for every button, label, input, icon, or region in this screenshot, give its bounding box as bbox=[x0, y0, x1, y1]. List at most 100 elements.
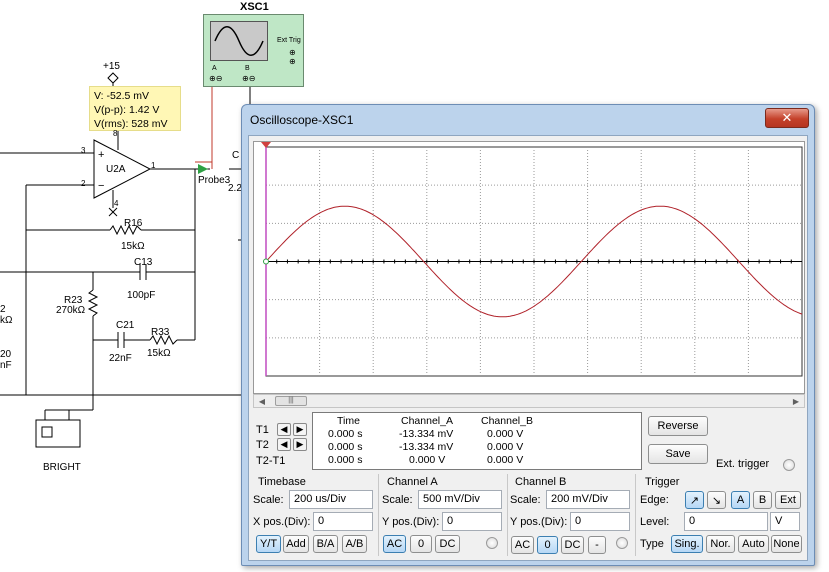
horizontal-scrollbar[interactable]: ◀ ||| ▶ bbox=[253, 394, 805, 408]
ext-trig-label: Ext Trig bbox=[277, 37, 301, 44]
timebase-scale-label: Scale: bbox=[253, 494, 284, 506]
scroll-thumb[interactable]: ||| bbox=[275, 396, 307, 406]
supply-label: +15 bbox=[103, 61, 120, 72]
channel-b-zero-button[interactable]: 0 bbox=[537, 536, 558, 554]
channel-b-scale-label: Scale: bbox=[510, 494, 541, 506]
channel-b-ac-button[interactable]: AC bbox=[511, 536, 534, 554]
left-partial-value: kΩ bbox=[0, 315, 13, 326]
rising-edge-icon[interactable]: ↗ bbox=[685, 491, 704, 509]
col-header-channel-b: Channel_B bbox=[481, 415, 533, 427]
t2-t1-time: 0.000 s bbox=[328, 454, 363, 466]
mode-ab-button[interactable]: A/B bbox=[342, 535, 367, 553]
trigger-source-ext-button[interactable]: Ext bbox=[775, 491, 801, 509]
t2-channel-a: -13.334 mV bbox=[399, 441, 454, 453]
trigger-level-unit[interactable]: V bbox=[770, 512, 800, 531]
save-button[interactable]: Save bbox=[648, 444, 708, 464]
left-partial-label: 2 bbox=[0, 304, 6, 315]
channel-a-zero-button[interactable]: 0 bbox=[410, 535, 432, 553]
trigger-type-label: Type bbox=[640, 538, 664, 550]
t2-t1-label: T2-T1 bbox=[256, 455, 286, 467]
trigger-type-none-button[interactable]: None bbox=[771, 535, 802, 553]
channel-b-ypos-field[interactable]: 0 bbox=[570, 512, 630, 531]
pin-1-label: 1 bbox=[151, 161, 156, 170]
t1-label: T1 bbox=[256, 424, 269, 436]
trigger-level-label: Level: bbox=[640, 516, 670, 528]
c13-value: 100pF bbox=[127, 290, 156, 301]
timebase-xpos-label: X pos.(Div): bbox=[253, 516, 311, 528]
trigger-type-normal-button[interactable]: Nor. bbox=[706, 535, 735, 553]
pin-2-label: 2 bbox=[81, 179, 86, 188]
t2-left-button[interactable]: ◀ bbox=[277, 438, 291, 451]
trigger-source-b-button[interactable]: B bbox=[753, 491, 772, 509]
channel-a-ypos-field[interactable]: 0 bbox=[442, 512, 502, 531]
left-partial-value-2: nF bbox=[0, 360, 12, 371]
channel-a-terminal-label: A bbox=[212, 65, 217, 72]
trigger-level-field[interactable]: 0 bbox=[684, 512, 768, 531]
pin-8-label: 8 bbox=[113, 129, 118, 138]
mode-add-button[interactable]: Add bbox=[283, 535, 309, 553]
channel-a-scale-field[interactable]: 500 mV/Div bbox=[418, 490, 502, 509]
mode-ba-button[interactable]: B/A bbox=[313, 535, 338, 553]
ext-trig-terminal-icon: ⊕ bbox=[289, 48, 296, 57]
cursor-readout: T1 ◀ ▶ T2 ◀ ▶ T2-T1 Time Channel_A Chann… bbox=[253, 412, 642, 472]
opamp-label[interactable]: U2A bbox=[106, 164, 125, 175]
r16-value: 15kΩ bbox=[121, 241, 145, 252]
t2-label: T2 bbox=[256, 439, 269, 451]
timebase-xpos-field[interactable]: 0 bbox=[313, 512, 373, 531]
mode-yt-button[interactable]: Y/T bbox=[256, 535, 281, 553]
pin-3-label: 3 bbox=[81, 146, 86, 155]
divider bbox=[378, 474, 379, 556]
t2-channel-b: 0.000 V bbox=[487, 441, 524, 453]
r16-label[interactable]: R16 bbox=[124, 218, 142, 229]
ext-trig-ground-icon: ⊕ bbox=[289, 57, 296, 66]
trigger-marker-icon bbox=[263, 258, 269, 265]
channel-a-dc-button[interactable]: DC bbox=[435, 535, 460, 553]
r33-label[interactable]: R33 bbox=[151, 327, 169, 338]
reverse-button[interactable]: Reverse bbox=[648, 416, 708, 436]
col-header-time: Time bbox=[337, 415, 360, 427]
t1-time: 0.000 s bbox=[328, 428, 363, 440]
t2-time: 0.000 s bbox=[328, 441, 363, 453]
bright-switch-label[interactable]: BRIGHT bbox=[43, 462, 81, 473]
trigger-type-single-button[interactable]: Sing. bbox=[671, 535, 703, 553]
col-header-channel-a: Channel_A bbox=[401, 415, 453, 427]
partial-component-label: C bbox=[232, 150, 240, 161]
readout-table: Time Channel_A Channel_B 0.000 s -13.334… bbox=[312, 412, 642, 470]
close-button[interactable]: ✕ bbox=[765, 108, 809, 128]
channel-b-terminal-label: B bbox=[245, 65, 250, 72]
pin-4-label: 4 bbox=[114, 199, 119, 208]
trigger-type-auto-button[interactable]: Auto bbox=[738, 535, 769, 553]
trigger-source-a-button[interactable]: A bbox=[731, 491, 750, 509]
timebase-scale-field[interactable]: 200 us/Div bbox=[289, 490, 373, 509]
t2-right-button[interactable]: ▶ bbox=[293, 438, 307, 451]
c13-label[interactable]: C13 bbox=[134, 257, 152, 268]
probe-label[interactable]: Probe3 bbox=[198, 175, 230, 186]
channel-a-terminal[interactable] bbox=[486, 537, 498, 549]
probe-voltage: V: -52.5 mV bbox=[94, 90, 150, 102]
oscilloscope-instrument-icon[interactable]: Ext Trig ⊕ ⊕ A B ⊕⊖ ⊕⊖ bbox=[203, 14, 304, 87]
t1-left-button[interactable]: ◀ bbox=[277, 423, 291, 436]
scroll-right-icon[interactable]: ▶ bbox=[790, 396, 802, 407]
channel-b-invert-button[interactable]: - bbox=[588, 536, 606, 554]
scroll-left-icon[interactable]: ◀ bbox=[256, 396, 268, 407]
probe-readout-tooltip: V: -52.5 mV V(p-p): 1.42 V V(rms): 528 m… bbox=[89, 86, 181, 131]
channel-a-ypos-label: Y pos.(Div): bbox=[382, 516, 440, 528]
ext-trigger-terminal[interactable] bbox=[783, 459, 795, 471]
timebase-title: Timebase bbox=[258, 476, 306, 488]
channel-b-scale-field[interactable]: 200 mV/Div bbox=[546, 490, 630, 509]
c21-label[interactable]: C21 bbox=[116, 320, 134, 331]
c21-value: 22nF bbox=[109, 353, 132, 364]
t1-channel-a: -13.334 mV bbox=[399, 428, 454, 440]
channel-b-dc-button[interactable]: DC bbox=[561, 536, 584, 554]
r23-value: 270kΩ bbox=[56, 305, 86, 316]
falling-edge-icon[interactable]: ↘ bbox=[707, 491, 726, 509]
trigger-edge-label: Edge: bbox=[640, 494, 669, 506]
scope-display[interactable] bbox=[253, 141, 805, 394]
oscilloscope-client-area: ◀ ||| ▶ T1 ◀ ▶ T2 ◀ ▶ T2-T1 Time Channel… bbox=[248, 135, 808, 561]
channel-b-terminal[interactable] bbox=[616, 537, 628, 549]
channel-b-title: Channel B bbox=[515, 476, 567, 488]
t1-right-button[interactable]: ▶ bbox=[293, 423, 307, 436]
r33-value: 15kΩ bbox=[147, 348, 171, 359]
channel-a-ac-button[interactable]: AC bbox=[383, 535, 406, 553]
channel-b-ypos-label: Y pos.(Div): bbox=[510, 516, 568, 528]
